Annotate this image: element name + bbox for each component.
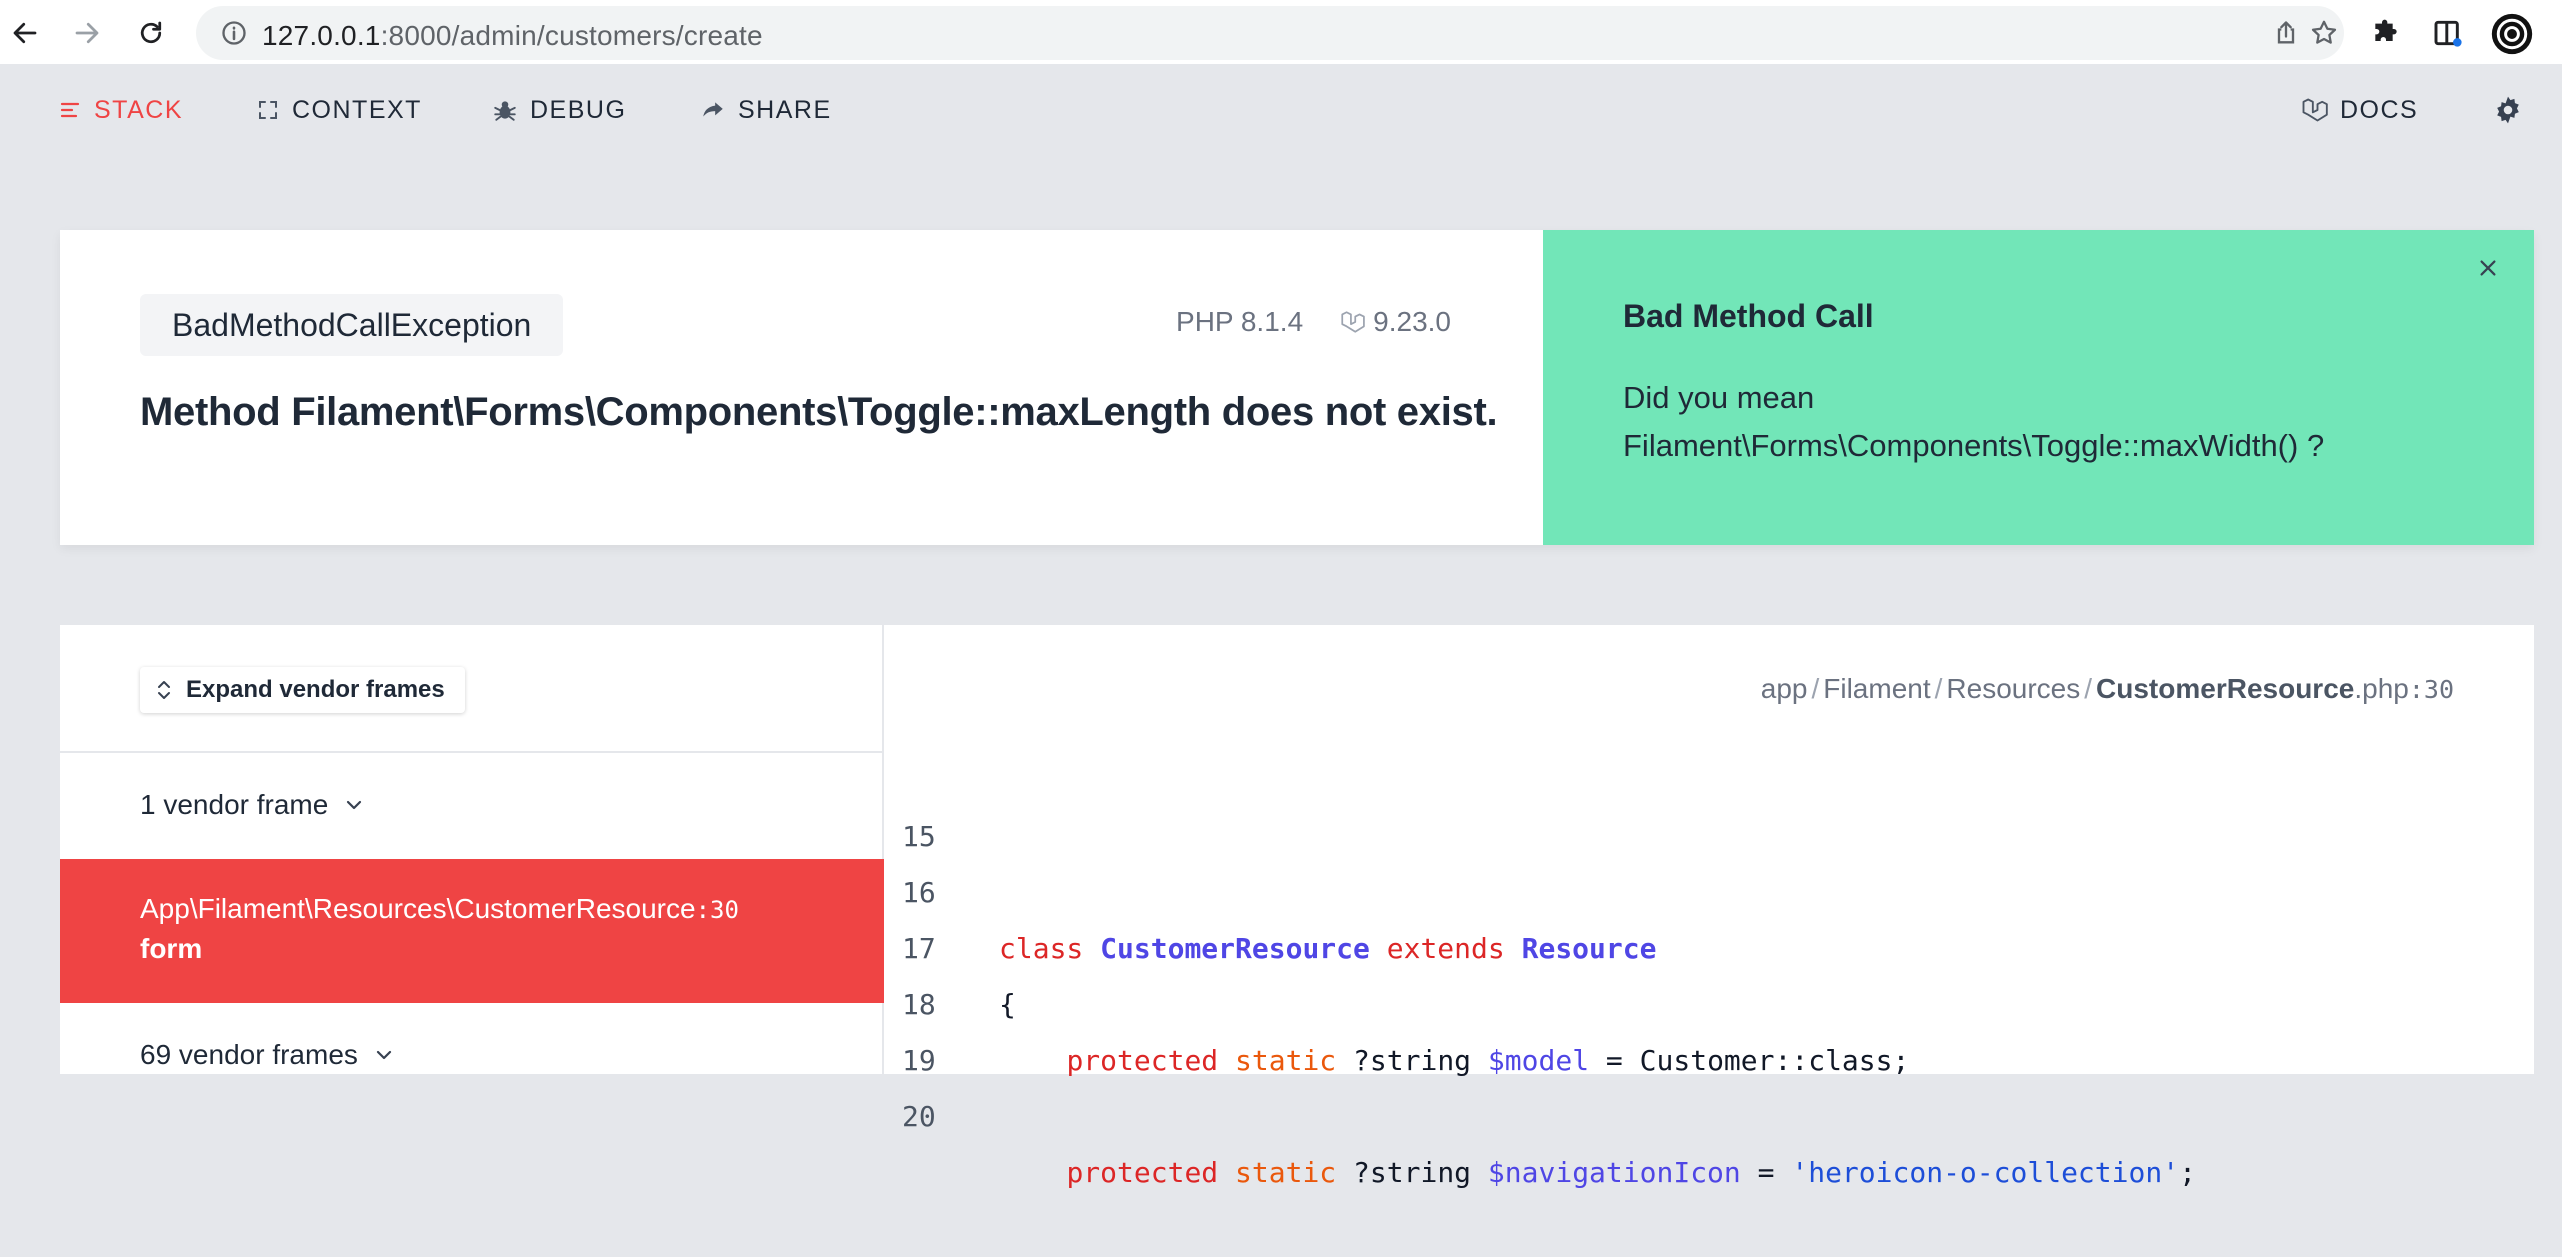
share-page-icon[interactable] bbox=[2266, 13, 2306, 53]
expand-corners-icon bbox=[259, 101, 277, 119]
code-token: 'heroicon-o-collection' bbox=[1791, 1156, 2180, 1189]
tab-stack[interactable]: STACK bbox=[58, 90, 183, 130]
profile-icon bbox=[2491, 13, 2533, 55]
docs-label: DOCS bbox=[2340, 95, 2419, 124]
laravel-version-group: 9.23.0 bbox=[1339, 306, 1451, 338]
frame-method: form bbox=[140, 933, 203, 964]
close-icon bbox=[2480, 260, 2496, 276]
line-number: 20 bbox=[902, 1100, 936, 1133]
vendor-frame-group[interactable]: 1 vendor frame bbox=[140, 785, 366, 825]
php-version: PHP 8.1.4 bbox=[1176, 306, 1304, 337]
code-line: 18 protected static ?string $model = Cus… bbox=[886, 921, 2534, 1077]
chevron-down-icon bbox=[347, 800, 362, 810]
exception-class: BadMethodCallException bbox=[140, 294, 564, 356]
tab-context[interactable]: CONTEXT bbox=[256, 90, 422, 130]
bookmark-star-icon[interactable] bbox=[2304, 13, 2344, 53]
error-message: Method Filament\Forms\Components\Toggle:… bbox=[140, 390, 1498, 434]
solution-text-line-2: Filament\Forms\Components\Toggle::maxWid… bbox=[1623, 428, 2325, 463]
browser-toolbar: 127.0.0.1:8000/admin/customers/create bbox=[0, 0, 2562, 66]
reading-list-icon[interactable] bbox=[2428, 13, 2468, 53]
vendor-frame-group[interactable]: 69 vendor frames bbox=[140, 1035, 396, 1075]
code-token: ?string bbox=[1353, 1156, 1472, 1189]
divider bbox=[60, 751, 884, 753]
vendor-frame-group-label: 1 vendor frame bbox=[140, 789, 329, 820]
frame-class-name: App\Filament\Resources\CustomerResource bbox=[140, 893, 696, 924]
code-viewer: app / Filament / Resources / CustomerResource.… bbox=[886, 625, 2534, 1189]
solution-text: Did you mean Filament\Forms\Components\T… bbox=[1623, 374, 2483, 470]
url-text[interactable]: 127.0.0.1:8000/admin/customers/create bbox=[262, 20, 763, 52]
laravel-icon bbox=[1341, 311, 1365, 333]
url-path: :8000/admin/customers/create bbox=[380, 20, 763, 51]
chevron-up-down-icon bbox=[158, 681, 170, 699]
solution-text-line-1: Did you mean bbox=[1623, 380, 1815, 415]
url-host: 127.0.0.1 bbox=[262, 20, 381, 51]
bug-icon bbox=[494, 101, 516, 121]
tab-context-label: CONTEXT bbox=[292, 95, 422, 124]
solution-panel: Bad Method Call Did you mean Filament\Fo… bbox=[1543, 230, 2534, 545]
code-line: 15 bbox=[886, 753, 2534, 853]
expand-vendor-frames-button[interactable]: Expand vendor frames bbox=[140, 667, 465, 713]
gear-icon bbox=[2497, 96, 2519, 124]
arrow-right-icon bbox=[75, 22, 99, 44]
tab-debug-label: DEBUG bbox=[530, 95, 627, 124]
stack-trace-panel: Expand vendor frames 1 vendor frame App\… bbox=[60, 625, 2534, 1189]
settings-button[interactable] bbox=[2492, 90, 2524, 130]
chevron-down-icon bbox=[376, 1050, 391, 1060]
code-token: protected bbox=[1066, 1156, 1219, 1189]
stack-list-icon bbox=[60, 102, 80, 118]
file-extension: .php bbox=[2354, 673, 2409, 704]
profile-avatar[interactable] bbox=[2490, 12, 2534, 56]
laravel-version: 9.23.0 bbox=[1373, 306, 1451, 337]
forward-button[interactable] bbox=[66, 12, 108, 54]
tab-share-label: SHARE bbox=[738, 95, 832, 124]
frame-class: App\Filament\Resources\CustomerResource:… bbox=[140, 893, 739, 925]
reload-button[interactable] bbox=[130, 12, 172, 54]
code-token: static bbox=[1235, 1156, 1337, 1189]
active-frame[interactable]: App\Filament\Resources\CustomerResource:… bbox=[60, 859, 884, 1003]
versions: PHP 8.1.4 9.23.0 bbox=[1176, 306, 1451, 338]
extensions-puzzle-icon[interactable] bbox=[2366, 13, 2406, 53]
file-line-number: :30 bbox=[2408, 675, 2454, 704]
expand-vendor-frames-label: Expand vendor frames bbox=[186, 676, 445, 703]
tab-stack-label: STACK bbox=[94, 95, 183, 124]
reload-icon bbox=[140, 21, 162, 44]
path-segment: Filament bbox=[1823, 673, 1931, 704]
frame-line-number: :30 bbox=[695, 896, 739, 924]
frames-list: Expand vendor frames 1 vendor frame App\… bbox=[60, 625, 884, 1074]
site-info-icon[interactable] bbox=[214, 13, 254, 53]
code-line: 19 bbox=[886, 977, 2534, 1077]
solution-title: Bad Method Call bbox=[1623, 298, 1874, 334]
file-name: CustomerResource bbox=[2096, 673, 2355, 704]
path-segment: app bbox=[1760, 673, 1808, 704]
share-arrow-icon bbox=[703, 102, 723, 117]
tab-share[interactable]: SHARE bbox=[700, 90, 832, 130]
back-button[interactable] bbox=[4, 12, 46, 54]
error-card: BadMethodCallException PHP 8.1.4 9.23.0 … bbox=[60, 230, 2534, 545]
code-token: ; bbox=[2179, 1156, 2196, 1189]
code-token: $navigationIcon bbox=[1487, 1156, 1741, 1189]
code-token: = bbox=[1757, 1156, 1775, 1189]
code-line: 17 { bbox=[886, 865, 2534, 1021]
docs-link[interactable]: DOCS bbox=[2300, 90, 2418, 130]
file-path[interactable]: app / Filament / Resources / CustomerResource.… bbox=[1761, 673, 2454, 705]
code-line: 16 class CustomerResource extends Resour… bbox=[886, 809, 2534, 965]
path-segment: Resources bbox=[1946, 673, 2081, 704]
vendor-frame-group-label: 69 vendor frames bbox=[140, 1039, 358, 1070]
tab-debug[interactable]: DEBUG bbox=[492, 90, 626, 130]
address-bar[interactable]: 127.0.0.1:8000/admin/customers/create bbox=[196, 6, 2344, 60]
arrow-left-icon bbox=[13, 22, 37, 44]
laravel-logo-icon bbox=[2302, 98, 2328, 122]
solution-close-button[interactable] bbox=[2472, 252, 2504, 284]
code-line: 20 protected static ?string $navigationI… bbox=[886, 1033, 2534, 1189]
